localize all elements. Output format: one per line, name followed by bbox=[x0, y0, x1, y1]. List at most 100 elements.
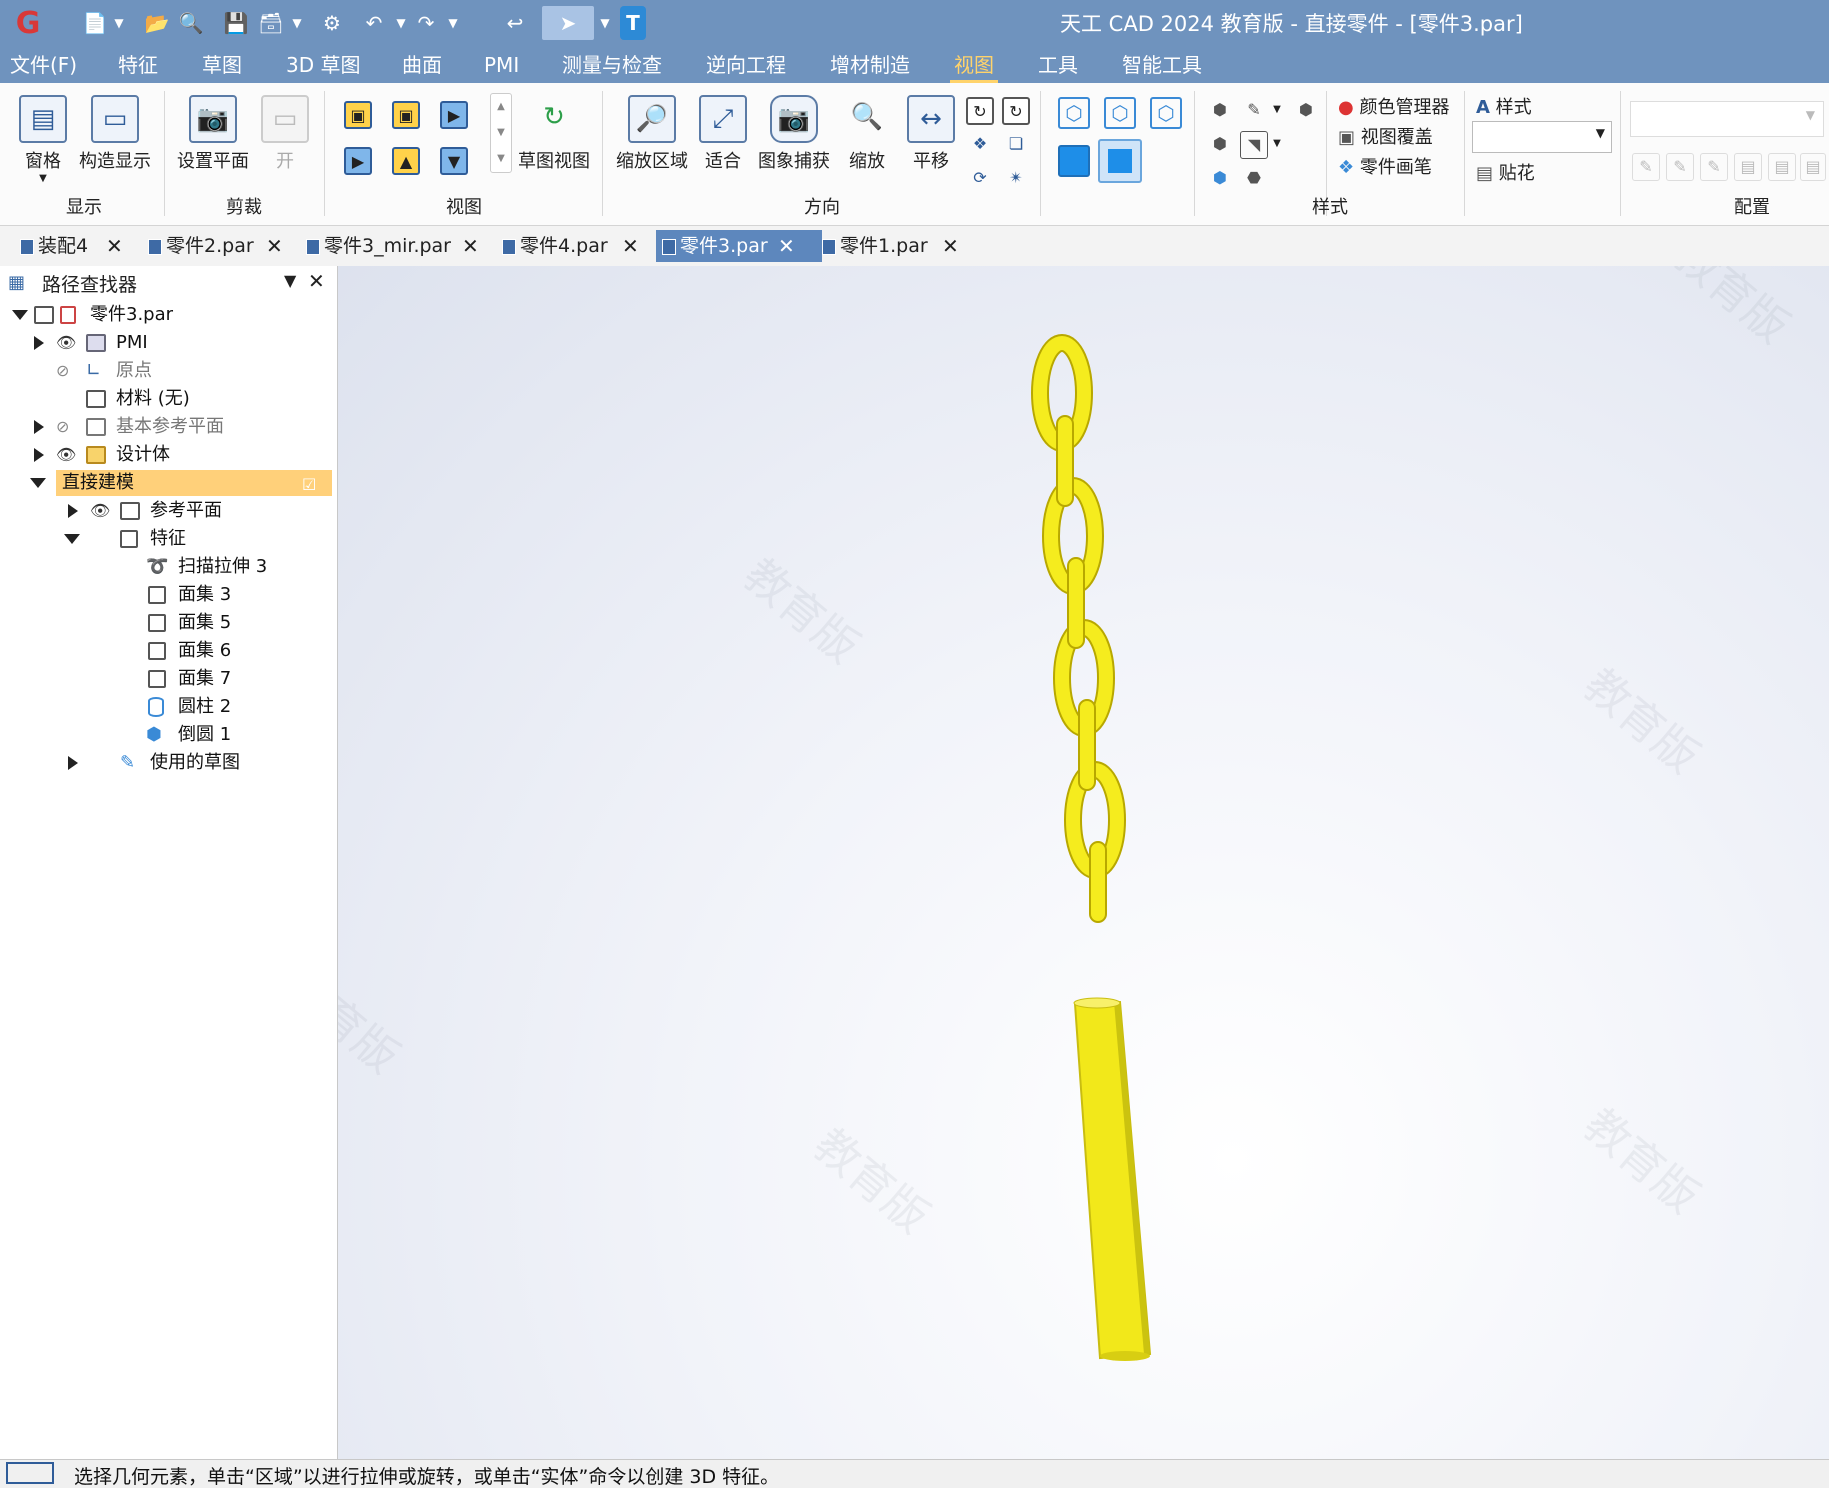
tab-part3-mir[interactable]: 零件3_mir.par ✕ bbox=[300, 230, 502, 262]
view-restore-icon[interactable]: ❏ bbox=[1002, 131, 1030, 159]
tab-part3[interactable]: 零件3.par ✕ bbox=[656, 230, 822, 262]
shaded-icon[interactable] bbox=[1058, 145, 1090, 177]
image-capture-button[interactable]: 📷 图象捕获 bbox=[754, 95, 834, 173]
pathfinder-menu-icon[interactable]: ▼ bbox=[284, 271, 296, 290]
chain-model[interactable] bbox=[338, 266, 1829, 1459]
background-dropdown-icon[interactable]: ▼ bbox=[1270, 131, 1284, 159]
command-bar-icon[interactable] bbox=[6, 1462, 54, 1484]
close-icon[interactable]: ✕ bbox=[622, 230, 639, 262]
menu-reverse-engineering[interactable]: 逆向工程 bbox=[702, 50, 790, 80]
expand-icon[interactable] bbox=[68, 504, 78, 518]
close-icon[interactable]: ✕ bbox=[266, 230, 283, 262]
find-file-icon[interactable]: 🔍 bbox=[178, 6, 204, 40]
eye-hidden-icon[interactable]: ⊘ bbox=[56, 358, 69, 384]
look-at-icon[interactable]: ❖ bbox=[966, 131, 994, 159]
expand-icon[interactable] bbox=[34, 420, 44, 434]
tree-item-pmi[interactable]: 👁 PMI bbox=[0, 330, 330, 356]
config-icon-2[interactable]: ✎ bbox=[1666, 153, 1694, 181]
tree-item-used-sketches[interactable]: ✎ 使用的草图 bbox=[0, 750, 330, 776]
rotate-icon[interactable]: ↻ bbox=[966, 97, 994, 125]
return-icon[interactable]: ↩ bbox=[500, 6, 530, 40]
edit-style-icon[interactable]: ✎ bbox=[1240, 97, 1268, 125]
box-icon[interactable]: ⬣ bbox=[1240, 165, 1268, 193]
tree-item-feature[interactable]: 面集 3 bbox=[0, 582, 330, 608]
tree-item-features[interactable]: 特征 bbox=[0, 526, 330, 552]
panes-button[interactable]: ▤ 窗格 ▼ bbox=[18, 95, 68, 184]
zoom-area-button[interactable]: 🔎 缩放区域 bbox=[612, 95, 692, 173]
customize-dropdown-icon[interactable]: ▼ bbox=[598, 6, 612, 40]
config-icon-1[interactable]: ✎ bbox=[1632, 153, 1660, 181]
view-icon-2[interactable]: ▣ bbox=[392, 101, 420, 129]
zoom-button[interactable]: 🔍 缩放 bbox=[842, 95, 892, 173]
style-select[interactable]: ▼ bbox=[1472, 121, 1612, 153]
menu-pmi[interactable]: PMI bbox=[480, 50, 523, 80]
eye-icon[interactable]: 👁 bbox=[56, 330, 76, 356]
check-icon[interactable]: ☑ bbox=[302, 472, 316, 498]
tree-root[interactable]: 零件3.par bbox=[0, 302, 330, 328]
turn-icon[interactable]: ✴ bbox=[1002, 165, 1030, 193]
wireframe-icon[interactable]: ⬡ bbox=[1058, 97, 1090, 129]
config-icon-5[interactable]: ▤ bbox=[1768, 153, 1796, 181]
eye-icon[interactable]: 👁 bbox=[90, 498, 110, 524]
tree-item-material[interactable]: 材料 (无) bbox=[0, 386, 330, 412]
construct-display-button[interactable]: ▭ 构造显示 bbox=[78, 95, 152, 173]
select-tool-icon[interactable]: ➤ bbox=[542, 6, 594, 40]
menu-sketch[interactable]: 草图 bbox=[198, 50, 246, 80]
close-icon[interactable]: ✕ bbox=[308, 269, 325, 293]
redo-icon[interactable]: ↷ bbox=[412, 6, 440, 40]
decal-button[interactable]: ▤ 贴花 bbox=[1476, 159, 1535, 185]
tree-item-direct-modeling[interactable]: 直接建模 ☑ bbox=[30, 470, 332, 498]
shaded-edges-icon[interactable] bbox=[1098, 139, 1142, 183]
menu-surface[interactable]: 曲面 bbox=[398, 50, 446, 80]
view-icon-5[interactable]: ▲ bbox=[392, 147, 420, 175]
cube-grey-icon[interactable]: ⬢ bbox=[1206, 97, 1234, 125]
redo-dropdown-icon[interactable]: ▼ bbox=[446, 6, 460, 40]
close-icon[interactable]: ✕ bbox=[778, 230, 795, 262]
view-scroll-icon[interactable]: ▲ ▼ ▼ bbox=[490, 93, 512, 173]
tree-item-origin[interactable]: ⊘ ∟ 原点 bbox=[0, 358, 330, 384]
color-manager-button[interactable]: ● 颜色管理器 bbox=[1338, 93, 1449, 119]
view-icon-1[interactable]: ▣ bbox=[344, 101, 372, 129]
tree-item-feature[interactable]: ⬢ 倒圆 1 bbox=[0, 722, 330, 748]
open-folder-icon[interactable]: 📂 bbox=[142, 6, 172, 40]
tree-item-ref-planes[interactable]: 👁 参考平面 bbox=[0, 498, 330, 524]
save-icon[interactable]: 💾 bbox=[222, 6, 250, 40]
close-icon[interactable]: ✕ bbox=[942, 230, 959, 262]
expand-icon[interactable] bbox=[34, 448, 44, 462]
new-dropdown-icon[interactable]: ▼ bbox=[112, 6, 126, 40]
visible-edges-icon[interactable]: ⬡ bbox=[1150, 97, 1182, 129]
cube-blue-icon[interactable]: ⬢ bbox=[1206, 165, 1234, 193]
tiangong-assistant-icon[interactable]: T bbox=[620, 6, 646, 40]
menu-tools[interactable]: 工具 bbox=[1034, 50, 1082, 80]
tree-item-feature[interactable]: ➰ 扫描拉伸 3 bbox=[0, 554, 330, 580]
view-icon-6[interactable]: ▼ bbox=[440, 147, 468, 175]
tree-item-feature[interactable]: 面集 6 bbox=[0, 638, 330, 664]
eye-hidden-icon[interactable]: ⊘ bbox=[56, 414, 69, 440]
settings-gear-icon[interactable]: ⚙ bbox=[318, 6, 346, 40]
new-file-icon[interactable]: 📄 bbox=[82, 6, 108, 40]
menu-3d-sketch[interactable]: 3D 草图 bbox=[282, 50, 364, 80]
tree-item-base-planes[interactable]: ⊘ 基本参考平面 bbox=[0, 414, 330, 440]
menu-view[interactable]: 视图 bbox=[950, 50, 998, 83]
cube-outline-icon[interactable]: ⬢ bbox=[1292, 97, 1320, 125]
tab-part4[interactable]: 零件4.par ✕ bbox=[496, 230, 662, 262]
tree-item-feature[interactable]: 面集 7 bbox=[0, 666, 330, 692]
sketch-view-button[interactable]: ↻ 草图视图 bbox=[516, 95, 592, 173]
view-icon-3[interactable]: ▶ bbox=[440, 101, 468, 129]
3d-viewport[interactable]: 教育版 教育版 教育版 教育版 教育版 教育版 bbox=[338, 266, 1829, 1459]
config-icon-6[interactable]: ▤ bbox=[1800, 153, 1826, 181]
styles-button[interactable]: A 样式 bbox=[1476, 93, 1532, 119]
collapse-icon[interactable] bbox=[30, 478, 46, 488]
fit-button[interactable]: ⤢ 适合 bbox=[698, 95, 748, 173]
clip-open-button[interactable]: ▭ 开 bbox=[258, 95, 312, 173]
menu-additive[interactable]: 增材制造 bbox=[826, 50, 914, 80]
hidden-edges-icon[interactable]: ⬡ bbox=[1104, 97, 1136, 129]
close-icon[interactable]: ✕ bbox=[106, 230, 123, 262]
edit-style-dropdown-icon[interactable]: ▼ bbox=[1270, 97, 1284, 125]
expand-icon[interactable] bbox=[34, 336, 44, 350]
undo-icon[interactable]: ↶ bbox=[360, 6, 388, 40]
spin-icon[interactable]: ↻ bbox=[1002, 97, 1030, 125]
collapse-icon[interactable] bbox=[12, 310, 28, 320]
close-icon[interactable]: ✕ bbox=[462, 230, 479, 262]
config-icon-3[interactable]: ✎ bbox=[1700, 153, 1728, 181]
